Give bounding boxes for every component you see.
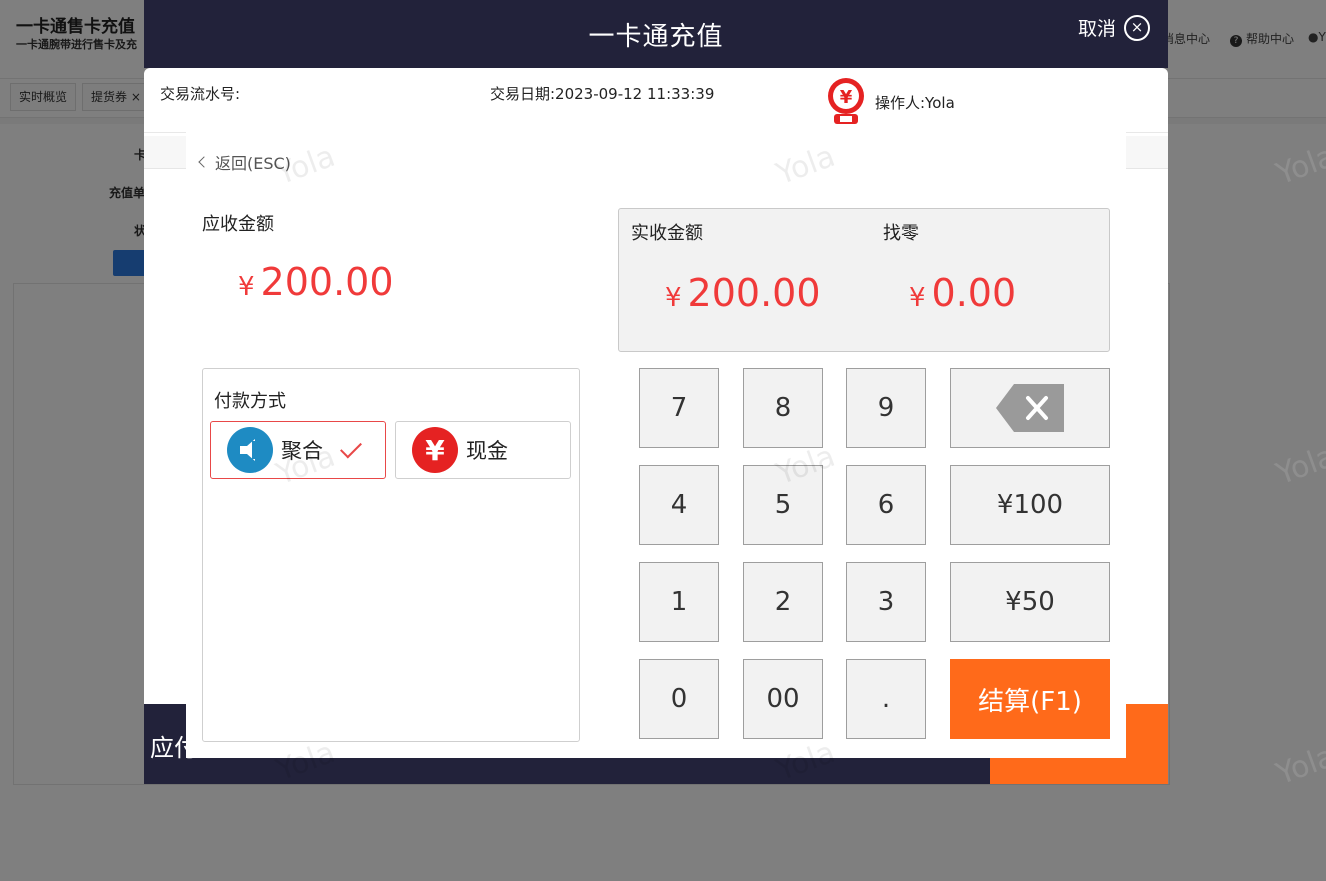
currency-symbol: ¥ <box>238 272 255 302</box>
payment-methods-title: 付款方式 <box>214 391 286 412</box>
payment-modal: 返回(ESC) 应收金额 ¥ 200.00 付款方式 聚合 ¥ 现金 实收金额 … <box>186 132 1126 788</box>
settle-button[interactable]: 结算(F1) <box>950 659 1110 739</box>
back-button[interactable]: 返回(ESC) <box>198 150 291 174</box>
paid-change-panel: 实收金额 找零 ¥ 200.00 ¥ 0.00 <box>618 208 1110 352</box>
key-9[interactable]: 9 <box>846 368 926 448</box>
key-8[interactable]: 8 <box>743 368 823 448</box>
backspace-button[interactable] <box>950 368 1110 448</box>
key-00[interactable]: 00 <box>743 659 823 739</box>
quick-amount-50-button[interactable]: ¥50 <box>950 562 1110 642</box>
chevron-left-icon <box>198 156 210 168</box>
key-1[interactable]: 1 <box>639 562 719 642</box>
method-label: 聚合 <box>281 439 323 463</box>
method-cash[interactable]: ¥ 现金 <box>395 421 571 479</box>
change-number: 0.00 <box>931 271 1017 315</box>
key-5[interactable]: 5 <box>743 465 823 545</box>
currency-symbol: ¥ <box>665 283 682 313</box>
method-aggregate[interactable]: 聚合 <box>210 421 386 479</box>
amount-paid-label: 实收金额 <box>631 223 703 244</box>
payment-methods-panel: 付款方式 聚合 ¥ 现金 <box>202 368 580 742</box>
backspace-icon <box>996 384 1064 432</box>
operator-label: 操作人:Yola <box>875 94 955 112</box>
change-label: 找零 <box>883 223 919 244</box>
cancel-button[interactable]: 取消 × <box>1078 14 1150 41</box>
amount-due-number: 200.00 <box>260 260 394 304</box>
key-4[interactable]: 4 <box>639 465 719 545</box>
back-label: 返回(ESC) <box>215 154 291 173</box>
transaction-info-row: 交易流水号: 交易日期:2023-09-12 11:33:39 ¥ 操作人:Yo… <box>144 68 1168 133</box>
key-6[interactable]: 6 <box>846 465 926 545</box>
close-icon: × <box>1124 14 1150 41</box>
change-value: ¥ 0.00 <box>909 271 1016 315</box>
recharge-dialog-header: 一卡通充值 取消 × <box>144 0 1168 68</box>
svg-text:¥: ¥ <box>840 87 853 108</box>
watermark: Yola <box>771 138 840 193</box>
amount-paid-value: ¥ 200.00 <box>665 271 821 315</box>
serial-number-label: 交易流水号: <box>160 85 241 103</box>
operator-cashier-icon: ¥ <box>828 78 864 124</box>
amount-due-label: 应收金额 <box>202 214 274 235</box>
currency-symbol: ¥ <box>909 283 926 313</box>
cancel-label: 取消 <box>1077 18 1116 40</box>
key-7[interactable]: 7 <box>639 368 719 448</box>
check-icon <box>340 436 362 459</box>
transaction-date: 交易日期:2023-09-12 11:33:39 <box>490 85 715 103</box>
dialog-title: 一卡通充值 <box>588 22 724 52</box>
cash-yen-icon: ¥ <box>412 427 458 473</box>
amount-due-value: ¥ 200.00 <box>238 260 394 304</box>
key-decimal[interactable]: . <box>846 659 926 739</box>
method-label: 现金 <box>466 439 508 463</box>
key-3[interactable]: 3 <box>846 562 926 642</box>
amount-paid-number: 200.00 <box>687 271 821 315</box>
currency-symbol: ¥ <box>425 433 445 467</box>
key-2[interactable]: 2 <box>743 562 823 642</box>
aggregate-pay-icon <box>227 427 273 473</box>
key-0[interactable]: 0 <box>639 659 719 739</box>
quick-amount-100-button[interactable]: ¥100 <box>950 465 1110 545</box>
